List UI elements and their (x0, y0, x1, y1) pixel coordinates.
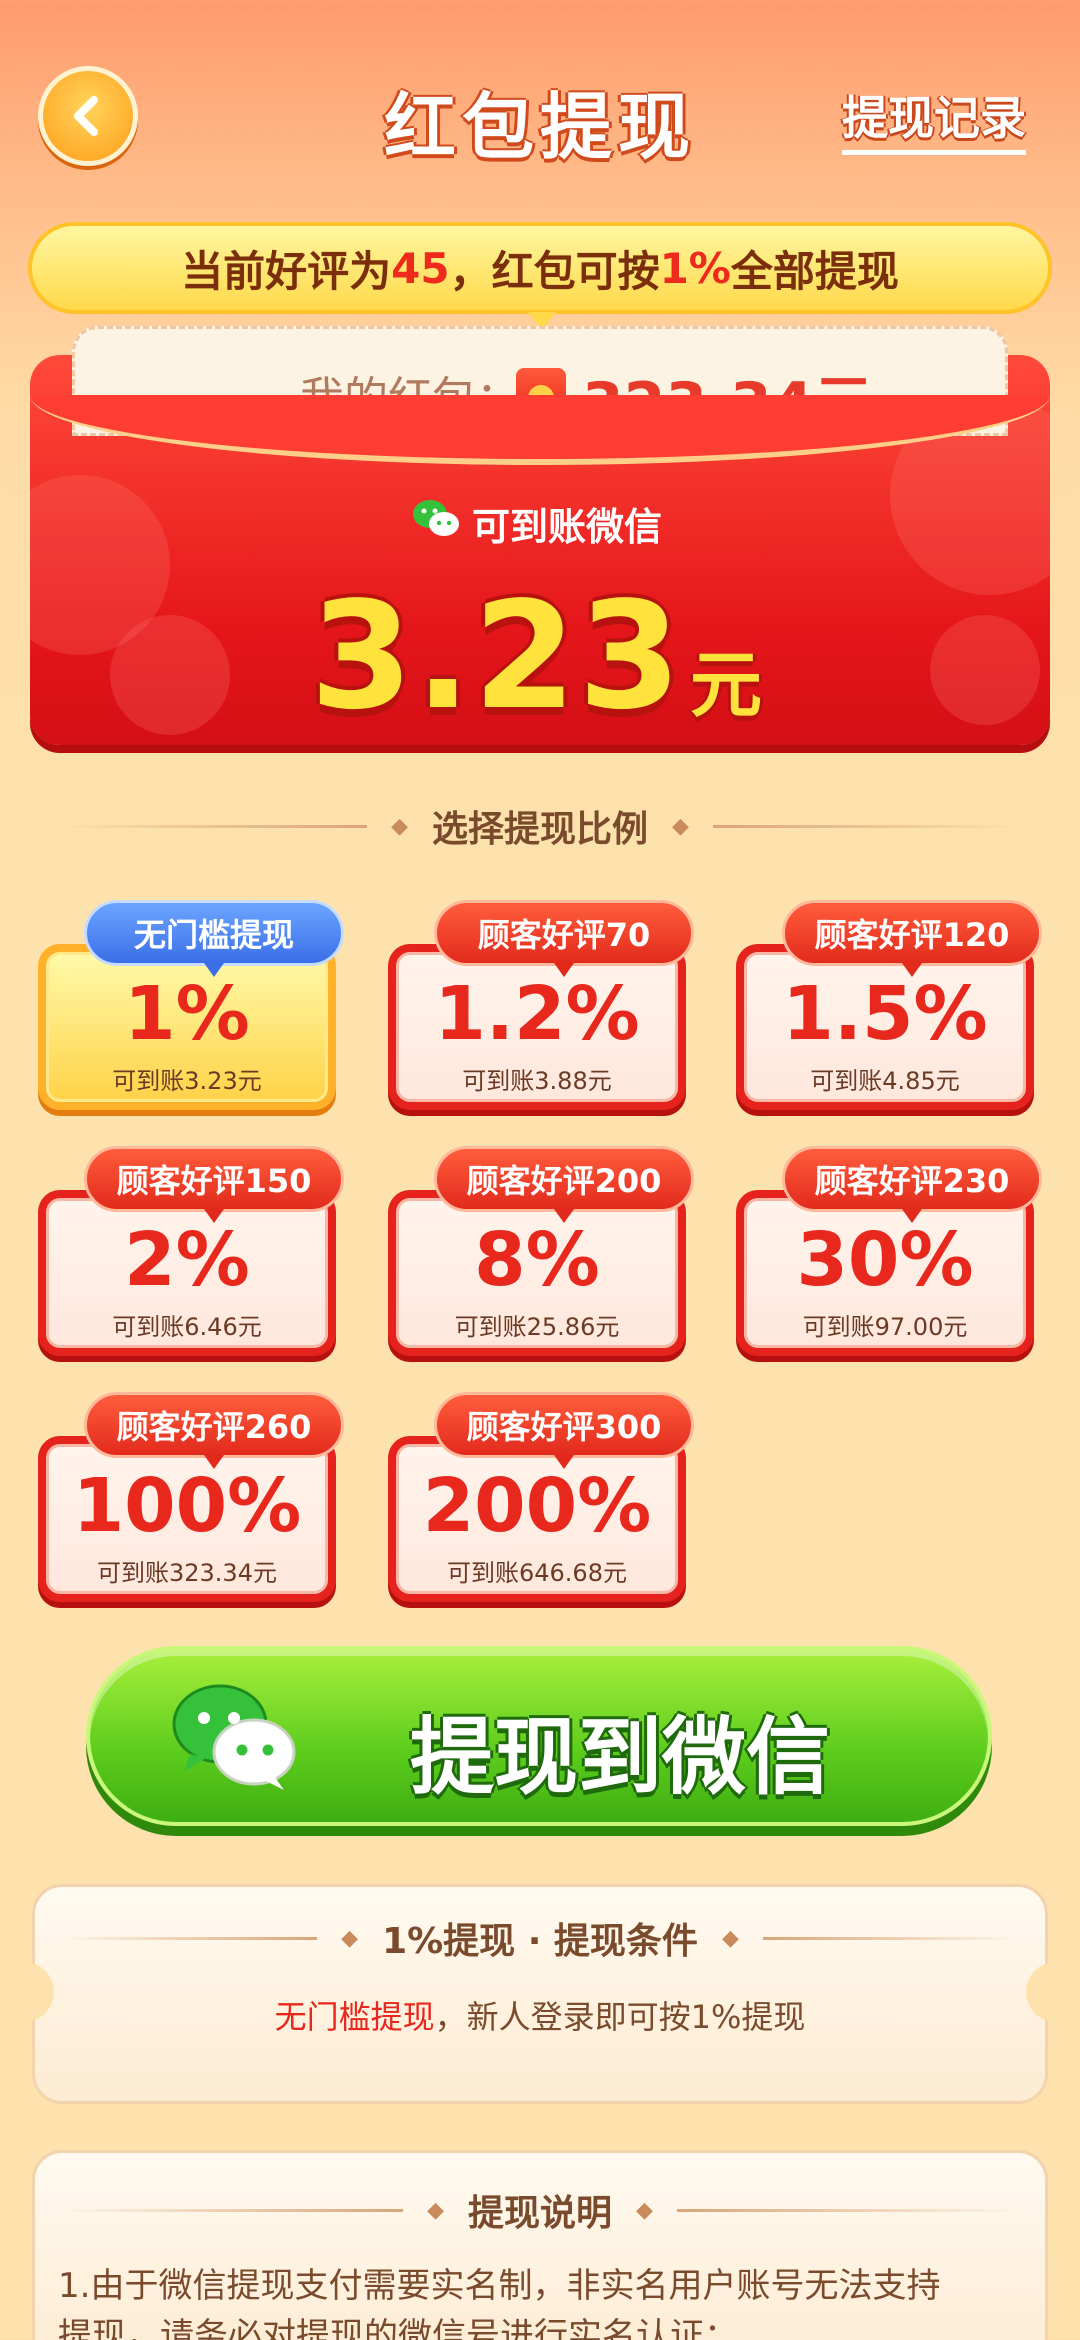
ratio-option-amount: 可到账4.85元 (810, 1066, 960, 1095)
explanation-title: 提现说明 (468, 2193, 613, 2234)
banner-middle: ，红包可按 (449, 246, 660, 296)
ratio-option-percent: 8% (474, 1216, 600, 1303)
divider (762, 1936, 1020, 1940)
explanation-heading: ◆ 提现说明 ◆ (60, 2184, 1021, 2236)
ratio-option-tag: 无门槛提现 (84, 900, 344, 977)
withdraw-button-label: 提现到微信 (410, 1708, 831, 1806)
condition-highlight: 无门槛提现 (274, 1998, 435, 2036)
divider (676, 2208, 1021, 2212)
ratio-option-tag: 顾客好评70 (434, 900, 694, 977)
explanation-line: 提现，请务必对提现的微信号进行实名认证； (58, 2316, 738, 2340)
ratio-option-percent: 1.5% (782, 970, 988, 1057)
condition-title: 1%提现 · 提现条件 (382, 1921, 698, 1962)
ratio-option-tag: 顾客好评150 (84, 1146, 344, 1223)
ratio-option-percent: 1% (124, 970, 250, 1057)
star-icon: ◆ (427, 2197, 444, 2223)
ratio-option[interactable]: 无门槛提现 1% 可到账3.23元 (38, 900, 344, 1110)
star-icon: ◆ (721, 1925, 739, 1951)
ratio-option-tag: 顾客好评300 (434, 1392, 694, 1469)
withdraw-amount: 3.23 (310, 570, 684, 742)
ratio-option[interactable]: 顾客好评260 100% 可到账323.34元 (38, 1392, 344, 1602)
ratio-option-tag: 顾客好评200 (434, 1146, 694, 1223)
ratio-option-tag: 顾客好评120 (782, 900, 1042, 977)
ratio-option[interactable]: 顾客好评230 30% 可到账97.00元 (736, 1146, 1042, 1356)
banner-prefix: 当前好评为 (181, 246, 392, 296)
ratio-option-amount: 可到账3.23元 (112, 1066, 262, 1095)
ratio-option-percent: 1.2% (434, 970, 640, 1057)
explanation-line: 1.由于微信提现支付需要实名制，非实名用户账号无法支持 (58, 2266, 941, 2306)
ratio-section-heading: ◆ 选择提现比例 ◆ (60, 800, 1021, 852)
divider (60, 824, 368, 828)
ratio-option-amount: 可到账646.68元 (447, 1558, 627, 1587)
ratio-option[interactable]: 顾客好评70 1.2% 可到账3.88元 (388, 900, 694, 1110)
ratio-option-percent: 2% (124, 1216, 250, 1303)
ratio-option-percent: 100% (72, 1462, 302, 1549)
ratio-option[interactable]: 顾客好评120 1.5% 可到账4.85元 (736, 900, 1042, 1110)
withdraw-history-link[interactable]: 提现记录 (842, 82, 1026, 155)
star-icon: ◆ (341, 1925, 359, 1951)
ratio-option-tag: 顾客好评260 (84, 1392, 344, 1469)
ratio-option-percent: 30% (796, 1216, 974, 1303)
condition-body: ，新人登录即可按1%提现 (434, 1998, 806, 2036)
ratio-section-title: 选择提现比例 (432, 809, 649, 850)
ratio-option-amount: 可到账97.00元 (802, 1312, 968, 1341)
ratio-option-percent: 200% (422, 1462, 652, 1549)
page-title: 红包提现 (383, 85, 696, 169)
rating-banner: 当前好评为 45 ，红包可按 1% 全部提现 (28, 222, 1052, 314)
banner-rate: 1% (659, 243, 731, 293)
condition-text: 无门槛提现，新人登录即可按1%提现 (60, 1992, 1020, 2038)
banner-score: 45 (391, 243, 450, 293)
ratio-option-amount: 可到账3.88元 (462, 1066, 612, 1095)
wechat-icon (172, 1684, 296, 1790)
ratio-option-amount: 可到账323.34元 (97, 1558, 277, 1587)
wechat-icon (413, 500, 459, 536)
condition-heading: ◆ 1%提现 · 提现条件 ◆ (60, 1912, 1020, 1964)
ratio-option[interactable]: 顾客好评300 200% 可到账646.68元 (388, 1392, 694, 1602)
back-button[interactable] (38, 66, 138, 166)
chevron-left-icon (74, 96, 98, 136)
withdraw-unit: 元 (690, 643, 763, 727)
star-icon: ◆ (672, 813, 689, 839)
divider (712, 824, 1021, 828)
ratio-option-amount: 可到账25.86元 (454, 1312, 620, 1341)
ratio-option-amount: 可到账6.46元 (112, 1312, 262, 1341)
to-wechat-label: 可到账微信 (472, 505, 663, 549)
ratio-option[interactable]: 顾客好评150 2% 可到账6.46元 (38, 1146, 344, 1356)
star-icon: ◆ (391, 813, 408, 839)
ratio-option-tag: 顾客好评230 (782, 1146, 1042, 1223)
divider (60, 2208, 404, 2212)
divider (60, 1936, 318, 1940)
banner-suffix: 全部提现 (730, 246, 899, 296)
star-icon: ◆ (636, 2197, 653, 2223)
ratio-option[interactable]: 顾客好评200 8% 可到账25.86元 (388, 1146, 694, 1356)
